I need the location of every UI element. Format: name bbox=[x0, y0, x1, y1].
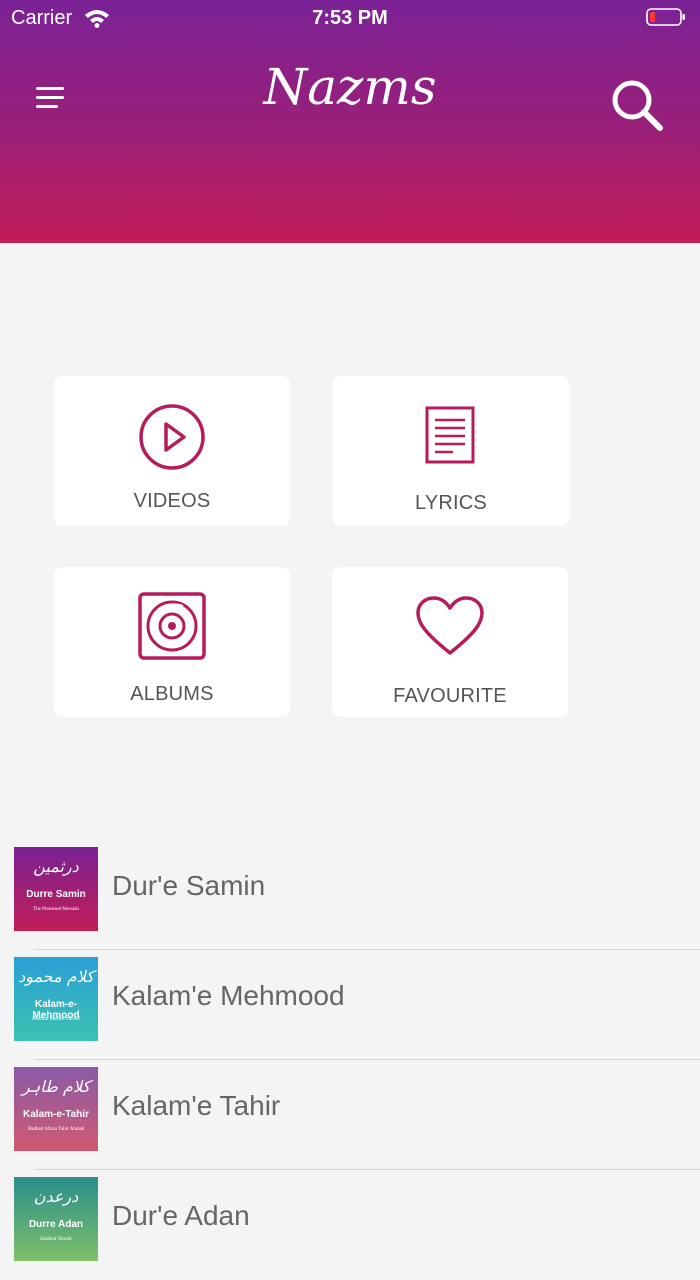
tile-label-albums: ALBUMS bbox=[130, 683, 214, 705]
videos-tile[interactable]: VIDEOS bbox=[54, 376, 290, 526]
heart-icon bbox=[416, 596, 484, 655]
album-title: Dur'e Adan bbox=[112, 1200, 250, 1231]
album-thumbnail: کلام محمود Kalam-e-Mehmood Hadhrat Musle… bbox=[14, 957, 98, 1041]
thumb-title: Durre Samin bbox=[26, 889, 86, 900]
list-item[interactable]: کلام محمود Kalam-e-Mehmood Hadhrat Musle… bbox=[0, 950, 700, 1060]
album-title: Dur'e Samin bbox=[112, 870, 266, 901]
list-item[interactable]: درعدن Durre Adan Hadhrat Nawab Dur'e Ada… bbox=[0, 1170, 700, 1280]
tile-label-favourite: FAVOURITE bbox=[393, 685, 507, 707]
album-title: Kalam'e Tahir bbox=[112, 1090, 281, 1121]
search-icon[interactable] bbox=[608, 76, 666, 134]
list-item[interactable]: کلام طاہر Kalam-e-Tahir Hadhrat Mirza Ta… bbox=[0, 1060, 700, 1170]
album-thumbnail: کلام طاہر Kalam-e-Tahir Hadhrat Mirza Ta… bbox=[14, 1067, 98, 1151]
app-title: Nazms bbox=[263, 58, 437, 116]
play-circle-icon bbox=[139, 404, 205, 470]
thumb-title: Kalam-e-Tahir bbox=[23, 1109, 89, 1120]
album-icon bbox=[138, 592, 206, 660]
album-thumbnail: درعدن Durre Adan Hadhrat Nawab bbox=[14, 1177, 98, 1261]
app-header: Carrier 7:53 PM Nazms bbox=[0, 0, 700, 243]
thumb-urdu-title: درثمین bbox=[33, 857, 79, 876]
tile-label-lyrics: LYRICS bbox=[415, 492, 487, 514]
lyrics-tile[interactable]: LYRICS bbox=[333, 376, 569, 526]
album-title: Kalam'e Mehmood bbox=[112, 980, 345, 1011]
status-time: 7:53 PM bbox=[312, 7, 388, 29]
thumb-urdu-title: کلام محمود bbox=[18, 967, 94, 986]
thumb-subtitle: Hadhrat Mirza Tahir Ahmad bbox=[27, 1127, 85, 1132]
status-bar: Carrier 7:53 PM bbox=[0, 0, 700, 36]
document-icon bbox=[425, 406, 475, 464]
battery-icon bbox=[646, 8, 685, 26]
album-thumbnail: درثمین Durre Samin The Promised Messiah bbox=[14, 847, 98, 931]
tile-label-videos: VIDEOS bbox=[133, 490, 211, 512]
thumb-urdu-title: کلام طاہر bbox=[22, 1077, 90, 1096]
thumb-subtitle: Hadhrat Nawab bbox=[40, 1237, 72, 1242]
list-item[interactable]: درثمین Durre Samin The Promised Messiah … bbox=[0, 840, 700, 950]
albums-tile[interactable]: ALBUMS bbox=[54, 567, 290, 717]
thumb-urdu-title: درعدن bbox=[33, 1187, 79, 1206]
thumb-subtitle: Hadhrat Musleh Maoud bbox=[32, 1017, 80, 1022]
thumb-title: Durre Adan bbox=[28, 1219, 84, 1230]
thumb-subtitle: The Promised Messiah bbox=[33, 907, 79, 912]
favourite-tile[interactable]: FAVOURITE bbox=[332, 567, 568, 717]
